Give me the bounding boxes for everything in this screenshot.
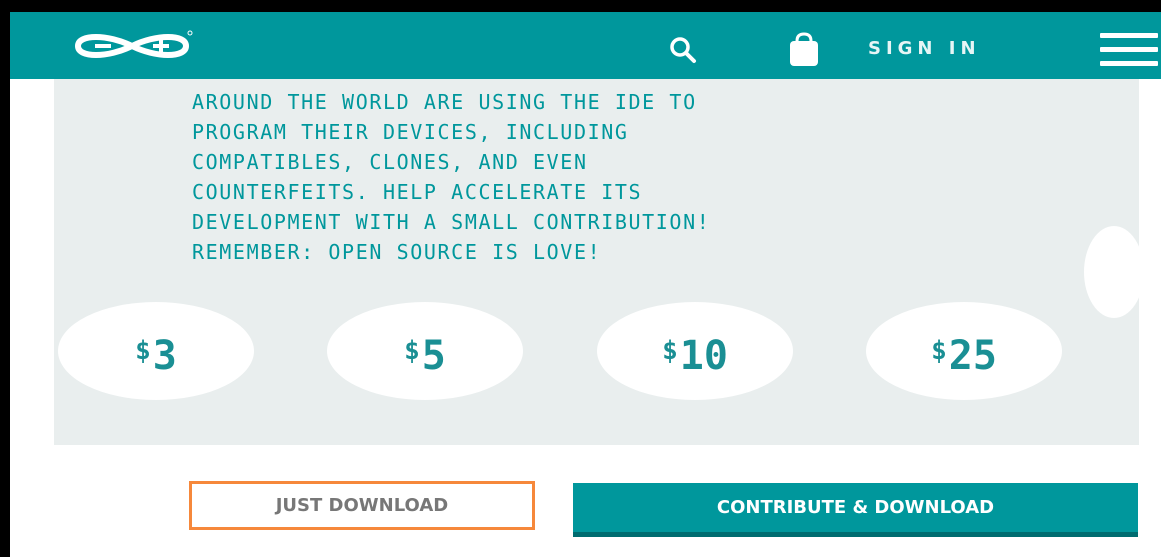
donate-amount-10-button[interactable]: $10 [597,302,793,400]
message-line: PROGRAM THEIR DEVICES, INCLUDING [192,120,629,144]
message-line: AROUND THE WORLD ARE USING THE IDE TO [192,90,697,114]
amount-value: 5 [421,333,446,379]
arduino-logo-icon[interactable] [68,26,198,66]
message-line: COUNTERFEITS. HELP ACCELERATE ITS [192,180,643,204]
search-icon[interactable] [665,32,701,68]
sign-in-link[interactable]: SIGN IN [868,35,1050,63]
donate-amount-3-button[interactable]: $3 [58,302,254,400]
message-line: COMPATIBLES, CLONES, AND EVEN [192,150,588,174]
donation-panel: AROUND THE WORLD ARE USING THE IDE TO PR… [54,79,1139,445]
currency-symbol: $ [404,336,420,366]
contribute-download-button[interactable]: CONTRIBUTE & DOWNLOAD [573,483,1138,537]
hamburger-menu-icon[interactable] [1100,32,1158,68]
donation-message: AROUND THE WORLD ARE USING THE IDE TO PR… [192,87,1092,267]
currency-symbol: $ [135,336,151,366]
amount-value: 3 [152,333,177,379]
shopping-bag-icon[interactable] [784,29,824,69]
just-download-button[interactable]: JUST DOWNLOAD [189,481,535,530]
message-line: DEVELOPMENT WITH A SMALL CONTRIBUTION! [192,210,711,234]
amount-value: 25 [948,333,997,379]
top-navbar: SIGN IN [10,12,1161,79]
amount-value: 10 [679,333,728,379]
currency-symbol: $ [931,336,947,366]
currency-symbol: $ [662,336,678,366]
window-frame-top [0,0,1161,12]
message-line: REMEMBER: OPEN SOURCE IS LOVE! [192,240,602,264]
window-frame-left [0,0,10,557]
donate-amount-more-button[interactable] [1084,226,1144,318]
donate-amount-25-button[interactable]: $25 [866,302,1062,400]
donate-amount-5-button[interactable]: $5 [327,302,523,400]
